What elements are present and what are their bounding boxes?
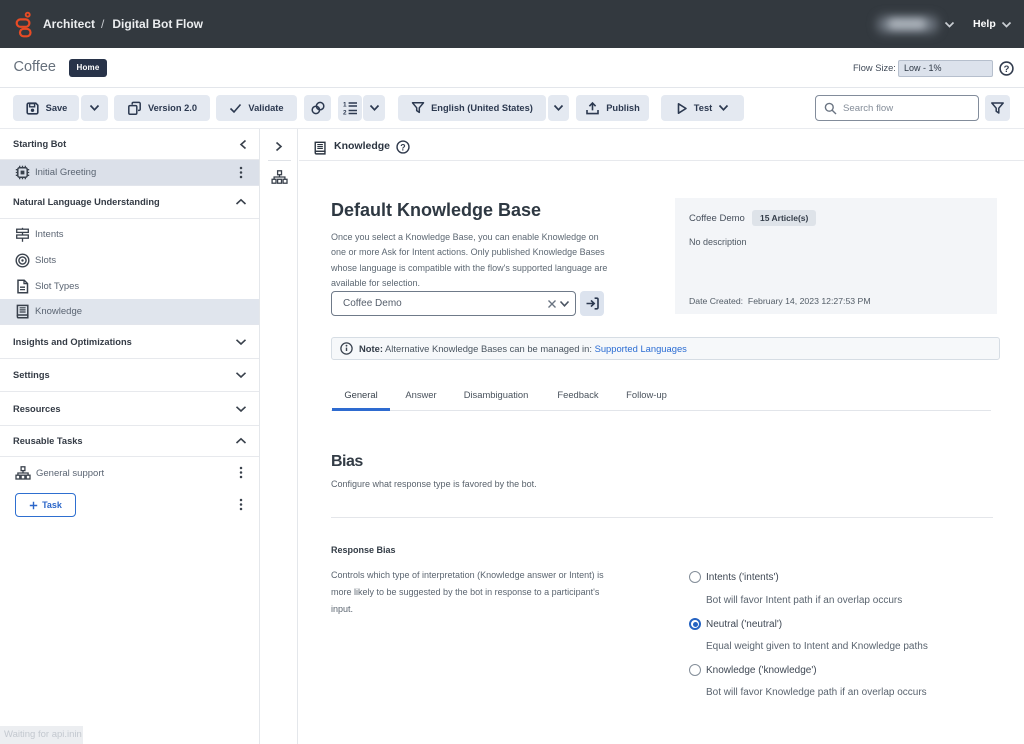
- svg-text:?: ?: [400, 142, 405, 152]
- svg-text:2: 2: [343, 109, 347, 115]
- svg-text:1: 1: [343, 102, 347, 109]
- svg-text:?: ?: [1004, 64, 1010, 75]
